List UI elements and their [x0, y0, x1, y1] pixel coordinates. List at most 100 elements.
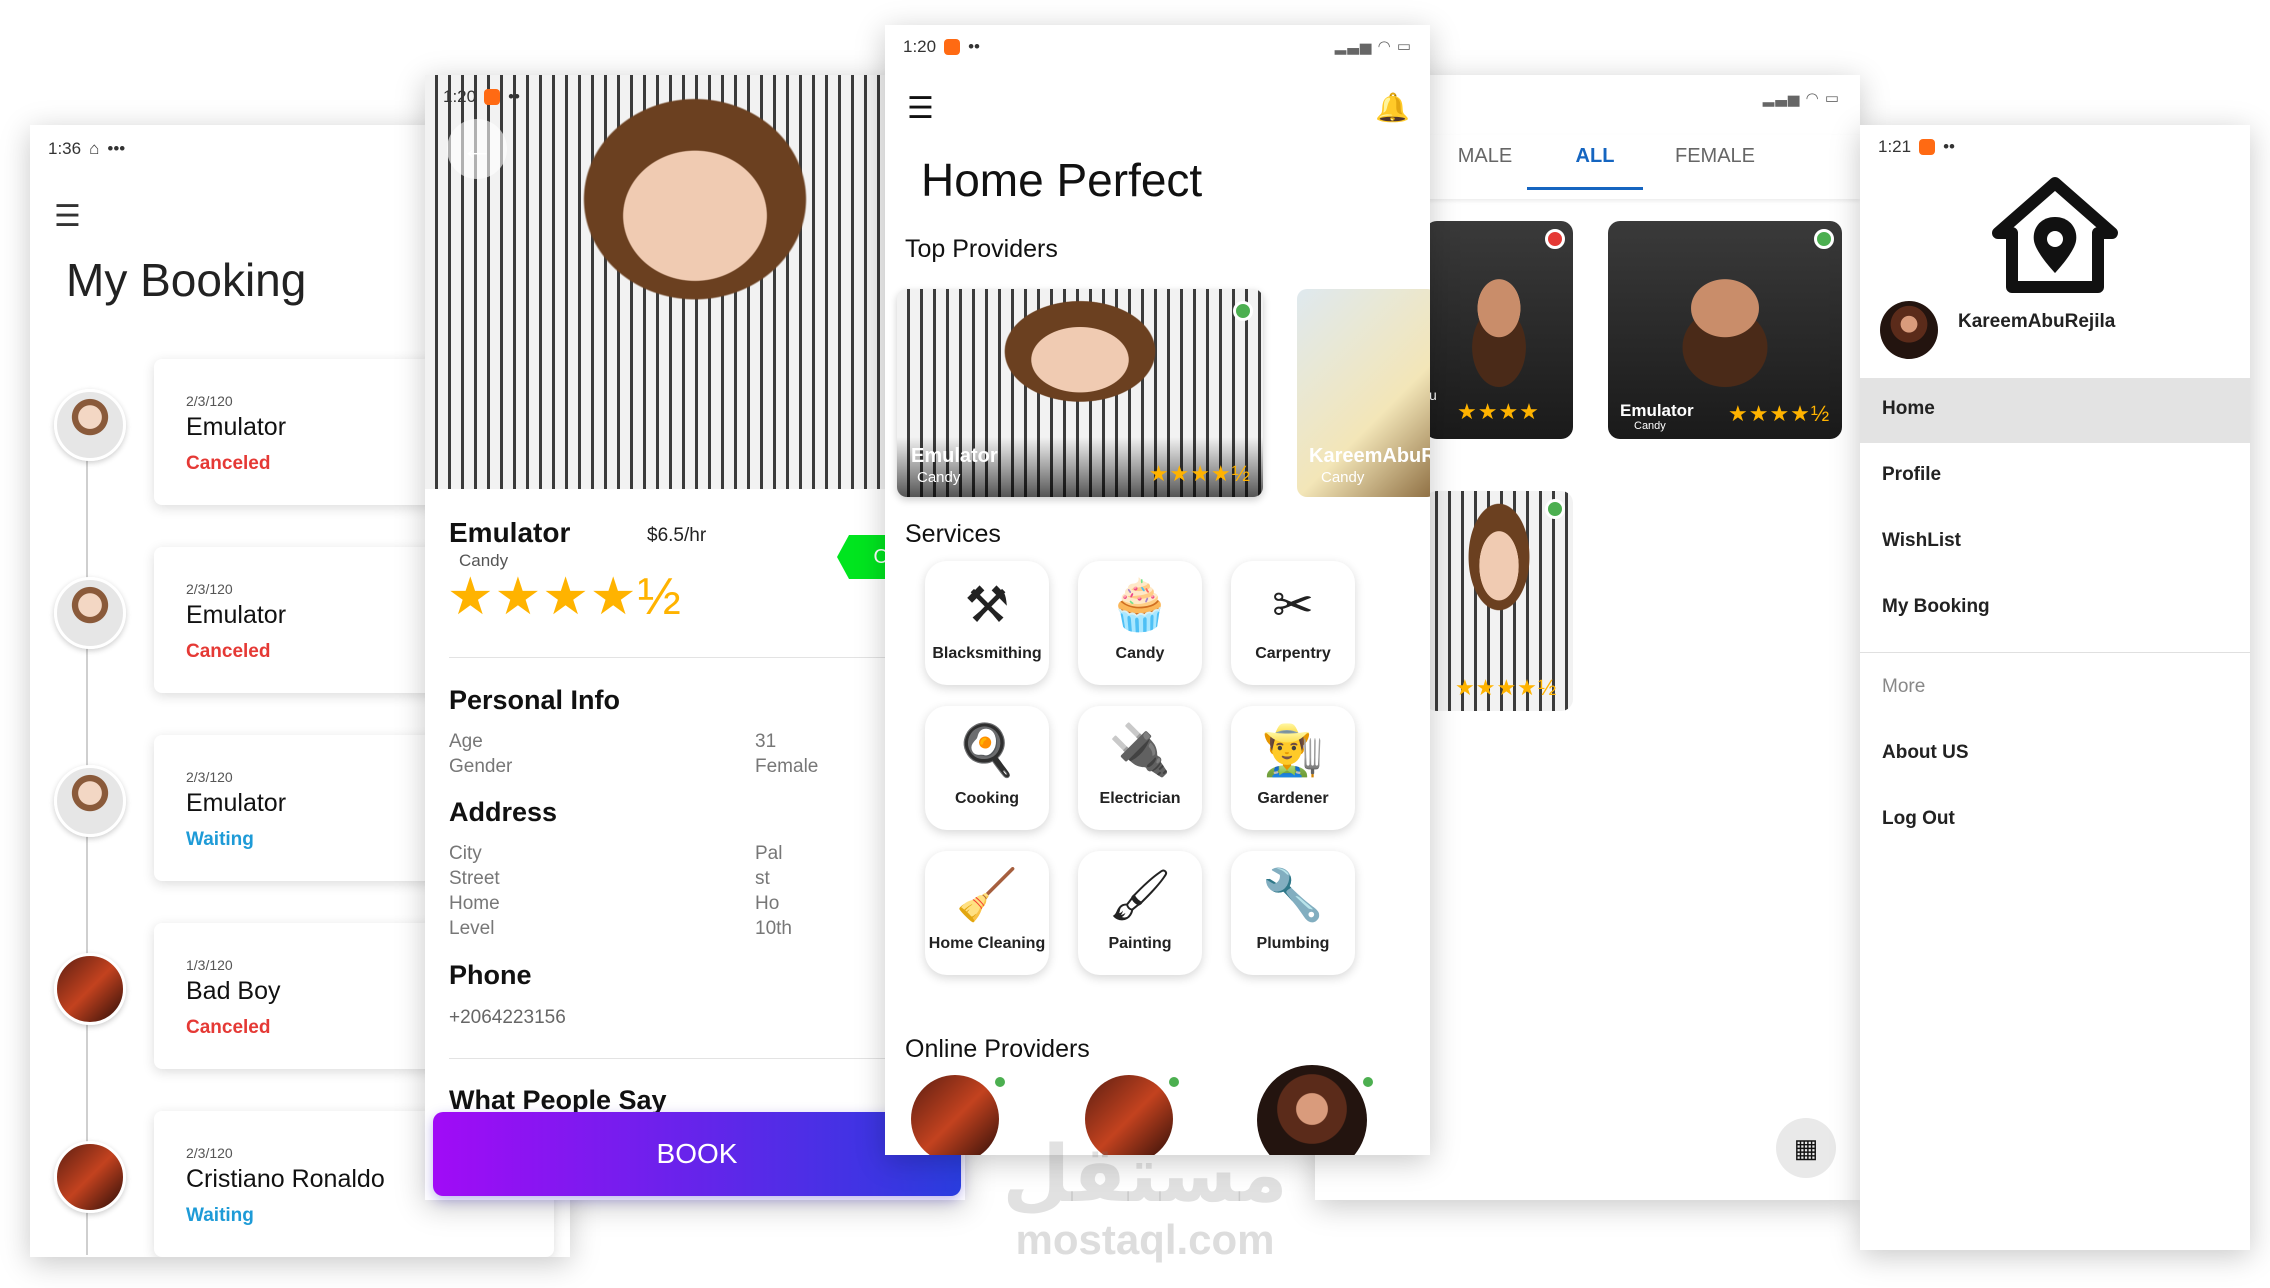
booking-avatar[interactable] [54, 953, 126, 1025]
arrow-left-icon: ← [461, 130, 493, 166]
home-location-logo-icon [1992, 177, 2118, 293]
tab-all[interactable]: ALL [1547, 145, 1643, 168]
bell-icon[interactable]: 🔔 [1375, 91, 1410, 124]
user-name: KareemAbuRejila [1958, 311, 2116, 332]
service-tile[interactable]: 👨‍🌾 Gardener [1231, 706, 1355, 830]
service-tile[interactable]: 🔧 Plumbing [1231, 851, 1355, 975]
status-bar: 1:20 •• [903, 37, 980, 57]
booking-date: 2/3/120 [186, 1145, 233, 1161]
services-title: Services [905, 520, 1001, 548]
tab-male[interactable]: MALE [1445, 145, 1525, 168]
tab-female[interactable]: FEMALE [1655, 145, 1775, 168]
booking-status: Waiting [186, 1205, 254, 1226]
menu-item[interactable]: About US [1882, 742, 1969, 764]
info-label: Age [449, 731, 483, 752]
user-avatar[interactable] [1880, 301, 1938, 359]
info-label: Level [449, 918, 495, 939]
booking-date: 2/3/120 [186, 393, 233, 409]
grid-view-button[interactable]: ▦ [1776, 1118, 1836, 1178]
service-icon: 🧹 [955, 867, 1019, 923]
back-button[interactable]: ← [447, 119, 507, 179]
info-value: 10th [755, 918, 792, 939]
provider-card[interactable]: ★★★★½ [1425, 491, 1573, 711]
status-time: 1:36 [48, 139, 82, 158]
booking-date: 2/3/120 [186, 581, 233, 597]
provider-card[interactable]: Emulator Candy ★★★★½ [1608, 221, 1842, 439]
booking-name: Cristiano Ronaldo [186, 1165, 385, 1193]
service-label: Carpentry [1255, 645, 1331, 662]
info-value: st [755, 868, 770, 889]
card-sub: Candy [1634, 420, 1666, 432]
menu-icon[interactable]: ☰ [907, 91, 934, 126]
status-dot [1814, 229, 1834, 249]
service-tile[interactable]: ⚒ Blacksmithing [925, 561, 1049, 685]
card-stars: ★★★★ [1457, 399, 1540, 424]
booking-avatar[interactable] [54, 765, 126, 837]
service-icon: ✂ [1272, 577, 1314, 633]
menu-icon[interactable]: ☰ [54, 199, 81, 234]
booking-avatar[interactable] [54, 389, 126, 461]
booking-date: 2/3/120 [186, 769, 233, 785]
booking-status: Waiting [186, 829, 254, 850]
menu-item[interactable]: Profile [1882, 464, 1941, 486]
status-icons: ▂▃▅ ◠ ▭ [1762, 90, 1840, 107]
top-provider-card[interactable]: KareemAbuR Candy [1297, 289, 1430, 497]
service-tile[interactable]: 🔌 Electrician [1078, 706, 1202, 830]
service-tile[interactable]: 🧹 Home Cleaning [925, 851, 1049, 975]
service-icon: 🔌 [1108, 722, 1172, 778]
service-tile[interactable]: ✂ Carpentry [1231, 561, 1355, 685]
grid-icon: ▦ [1793, 1133, 1819, 1163]
status-time: 1:21 [1878, 137, 1912, 156]
booking-name: Emulator [186, 413, 287, 441]
service-icon: 👨‍🌾 [1261, 722, 1325, 778]
booking-name: Emulator [186, 789, 287, 817]
booking-avatar[interactable] [54, 1141, 126, 1213]
tab-indicator [1527, 187, 1643, 190]
online-dot [1363, 1077, 1373, 1087]
menu-item[interactable]: Home [1882, 398, 1935, 420]
status-bar: 1:36 ⌂ ••• [48, 139, 125, 159]
notification-dot-icon [1919, 139, 1936, 155]
top-providers-title: Top Providers [905, 235, 1058, 263]
menu-item[interactable]: WishList [1882, 530, 1961, 552]
card-name: Emulator [1620, 401, 1694, 420]
notification-dot-icon [944, 39, 961, 55]
service-label: Painting [1108, 935, 1172, 952]
service-label: Candy [1115, 645, 1165, 662]
card-sub: Candy [1321, 469, 1365, 486]
menu-item[interactable]: Log Out [1882, 808, 1955, 830]
info-label: City [449, 843, 482, 864]
status-dot [1233, 301, 1253, 321]
provider-card[interactable]: u ★★★★ [1425, 221, 1573, 439]
provider-price: $6.5/hr [647, 525, 707, 546]
book-button[interactable]: BOOK [433, 1112, 961, 1196]
service-tile[interactable]: 🖌 Painting [1078, 851, 1202, 975]
booking-avatar[interactable] [54, 577, 126, 649]
more-status-icon: ••• [107, 139, 126, 158]
menu-item[interactable]: My Booking [1882, 596, 1990, 618]
info-label: Street [449, 868, 500, 889]
card-stars: ★★★★½ [1728, 401, 1831, 426]
online-dot [995, 1077, 1005, 1087]
card-name: u [1429, 387, 1437, 403]
watermark-latin: mostaql.com [1015, 1216, 1275, 1263]
status-bar: 1:20 •• [443, 87, 520, 107]
divider [449, 657, 945, 658]
divider [449, 1058, 945, 1059]
phone-value: +2064223156 [449, 1007, 566, 1028]
service-tile[interactable]: 🧁 Candy [1078, 561, 1202, 685]
top-provider-card[interactable]: Emulator Candy ★★★★½ [897, 289, 1263, 497]
online-providers-title: Online Providers [905, 1035, 1090, 1063]
app-title: Home Perfect [921, 154, 1203, 206]
online-avatar[interactable] [911, 1075, 999, 1155]
service-label: Blacksmithing [932, 645, 1042, 662]
service-label: Electrician [1099, 790, 1181, 807]
card-stars: ★★★★½ [1455, 675, 1558, 700]
provider-name: Emulator [449, 517, 571, 548]
info-label: Gender [449, 756, 513, 777]
status-dot [1545, 229, 1565, 249]
menu-section-more: More [1882, 676, 1926, 697]
booking-name: Bad Boy [186, 977, 281, 1005]
booking-status: Canceled [186, 453, 271, 474]
service-tile[interactable]: 🍳 Cooking [925, 706, 1049, 830]
